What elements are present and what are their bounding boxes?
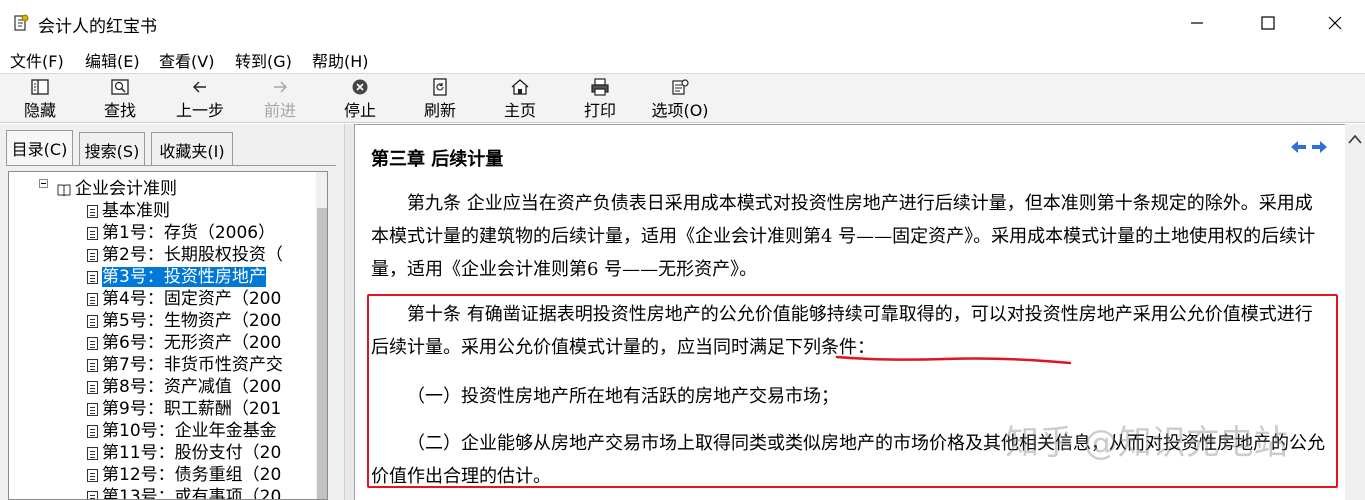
document-icon	[87, 336, 98, 350]
menu-edit[interactable]: 编辑(E)	[85, 48, 140, 72]
book-icon	[57, 184, 71, 196]
back-button[interactable]: 上一步	[167, 78, 233, 122]
tree-item-selected[interactable]: 第3号：投资性房地产	[87, 262, 266, 287]
navigation-pane: 目录(C) 搜索(S) 收藏夹(I) 企业会计准则 基本准则 第1号：存货（20…	[0, 124, 344, 500]
print-icon	[591, 78, 609, 96]
toolbar: 隐藏 查找 上一步 前进 停止 刷新 主页 打印 选项(O)	[0, 73, 1365, 123]
tree-item[interactable]: 第4号：固定资产（200	[87, 284, 281, 309]
title-bar: 会计人的红宝书	[0, 0, 1365, 46]
paragraph-condition-1: （一）投资性房地产所在地有活跃的房地产交易市场；	[407, 386, 839, 407]
document-icon	[87, 204, 98, 218]
refresh-label: 刷新	[423, 101, 456, 120]
document-icon	[87, 424, 98, 438]
menu-help[interactable]: 帮助(H)	[312, 48, 369, 72]
document-icon	[87, 402, 98, 416]
stop-icon	[352, 79, 368, 95]
hide-button[interactable]: 隐藏	[7, 78, 73, 122]
window-title: 会计人的红宝书	[38, 17, 157, 37]
hide-icon	[31, 79, 49, 95]
tree-item[interactable]: 第6号：无形资产（200	[87, 328, 281, 353]
tree-scrollbar[interactable]	[316, 172, 327, 499]
scroll-up-icon[interactable]	[1345, 130, 1365, 150]
forward-arrow-icon	[274, 81, 287, 93]
tree-item[interactable]: 第11号：股份支付（20	[87, 438, 281, 463]
prev-next-arrows[interactable]	[1289, 139, 1329, 155]
document-icon	[87, 226, 98, 240]
stop-label: 停止	[343, 101, 376, 120]
content-scrollbar[interactable]	[1345, 124, 1365, 500]
home-label: 主页	[503, 101, 536, 120]
document-icon	[87, 490, 98, 499]
hide-label: 隐藏	[23, 101, 56, 120]
document-icon	[87, 314, 98, 328]
options-button[interactable]: 选项(O)	[647, 78, 713, 122]
contents-tree[interactable]: 企业会计准则 基本准则 第1号：存货（2006） 第2号：长期股权投资（ 第3号…	[8, 171, 328, 500]
refresh-icon	[433, 78, 447, 96]
find-icon	[111, 79, 129, 95]
options-label: 选项(O)	[651, 101, 709, 120]
chapter-title: 第三章 后续计量	[371, 149, 504, 170]
tree-item[interactable]: 第2号：长期股权投资（	[87, 240, 283, 265]
next-arrow-icon	[1312, 141, 1327, 153]
watermark: 知乎 @知识充电站	[1005, 423, 1288, 463]
paragraph-article-9: 第九条 企业应当在资产负债表日采用成本模式对投资性房地产进行后续计量，但本准则第…	[371, 193, 1316, 280]
back-label: 上一步	[175, 101, 224, 120]
refresh-button[interactable]: 刷新	[407, 78, 473, 122]
document-icon	[87, 380, 98, 394]
document-icon	[87, 468, 98, 482]
find-label: 查找	[103, 101, 136, 120]
minimize-button[interactable]	[1175, 8, 1219, 38]
app-icon	[14, 14, 29, 31]
menu-bar: 文件(F) 编辑(E) 查看(V) 转到(G) 帮助(H)	[0, 46, 1365, 72]
menu-file[interactable]: 文件(F)	[10, 48, 64, 72]
close-icon	[1328, 16, 1342, 30]
collapse-toggle[interactable]	[39, 179, 48, 188]
tree-item[interactable]: 第9号：职工薪酬（201	[87, 394, 281, 419]
tree-root[interactable]: 企业会计准则	[57, 174, 177, 199]
tree-item[interactable]: 第8号：资产减值（200	[87, 372, 281, 397]
tree-item[interactable]: 第1号：存货（2006）	[87, 218, 275, 243]
tree-item[interactable]: 第12号：债务重组（20	[87, 460, 281, 485]
content-pane: 第三章 后续计量 第九条 企业应当在资产负债表日采用成本模式对投资性房地产进行后…	[354, 124, 1345, 500]
forward-button[interactable]: 前进	[247, 78, 313, 122]
tree-item[interactable]: 第10号：企业年金基金	[87, 416, 277, 441]
minimize-icon	[1191, 22, 1203, 24]
back-arrow-icon	[193, 81, 206, 93]
document-icon	[87, 248, 98, 262]
tree-item[interactable]: 第5号：生物资产（200	[87, 306, 281, 331]
stop-button[interactable]: 停止	[327, 78, 393, 122]
document-icon	[87, 270, 98, 284]
document-icon	[87, 446, 98, 460]
close-button[interactable]	[1313, 8, 1357, 38]
home-icon	[511, 79, 529, 95]
document-icon	[87, 358, 98, 372]
document-icon	[87, 292, 98, 306]
prev-arrow-icon	[1291, 141, 1306, 153]
menu-view[interactable]: 查看(V)	[159, 48, 214, 72]
print-button[interactable]: 打印	[567, 78, 633, 122]
underline-annotation	[835, 355, 1072, 365]
tab-favorites[interactable]: 收藏夹(I)	[151, 132, 233, 165]
tree-item[interactable]: 基本准则	[87, 196, 170, 221]
tab-contents[interactable]: 目录(C)	[6, 130, 73, 166]
tree-item-label: 第13号：或有事项（20	[102, 487, 282, 500]
maximize-icon	[1261, 16, 1275, 30]
options-icon	[672, 79, 689, 95]
find-button[interactable]: 查找	[87, 78, 153, 122]
tree-item[interactable]: 第7号：非货币性资产交	[87, 350, 283, 375]
menu-goto[interactable]: 转到(G)	[235, 48, 292, 72]
pane-splitter[interactable]	[344, 124, 354, 500]
tree-scrollbar-thumb[interactable]	[317, 208, 327, 499]
forward-label: 前进	[263, 101, 296, 120]
tab-search[interactable]: 搜索(S)	[79, 132, 145, 165]
maximize-button[interactable]	[1246, 8, 1290, 38]
print-label: 打印	[583, 101, 616, 120]
tree-item[interactable]: 第13号：或有事项（20	[87, 482, 282, 500]
home-button[interactable]: 主页	[487, 78, 553, 122]
tab-divider	[6, 165, 336, 166]
